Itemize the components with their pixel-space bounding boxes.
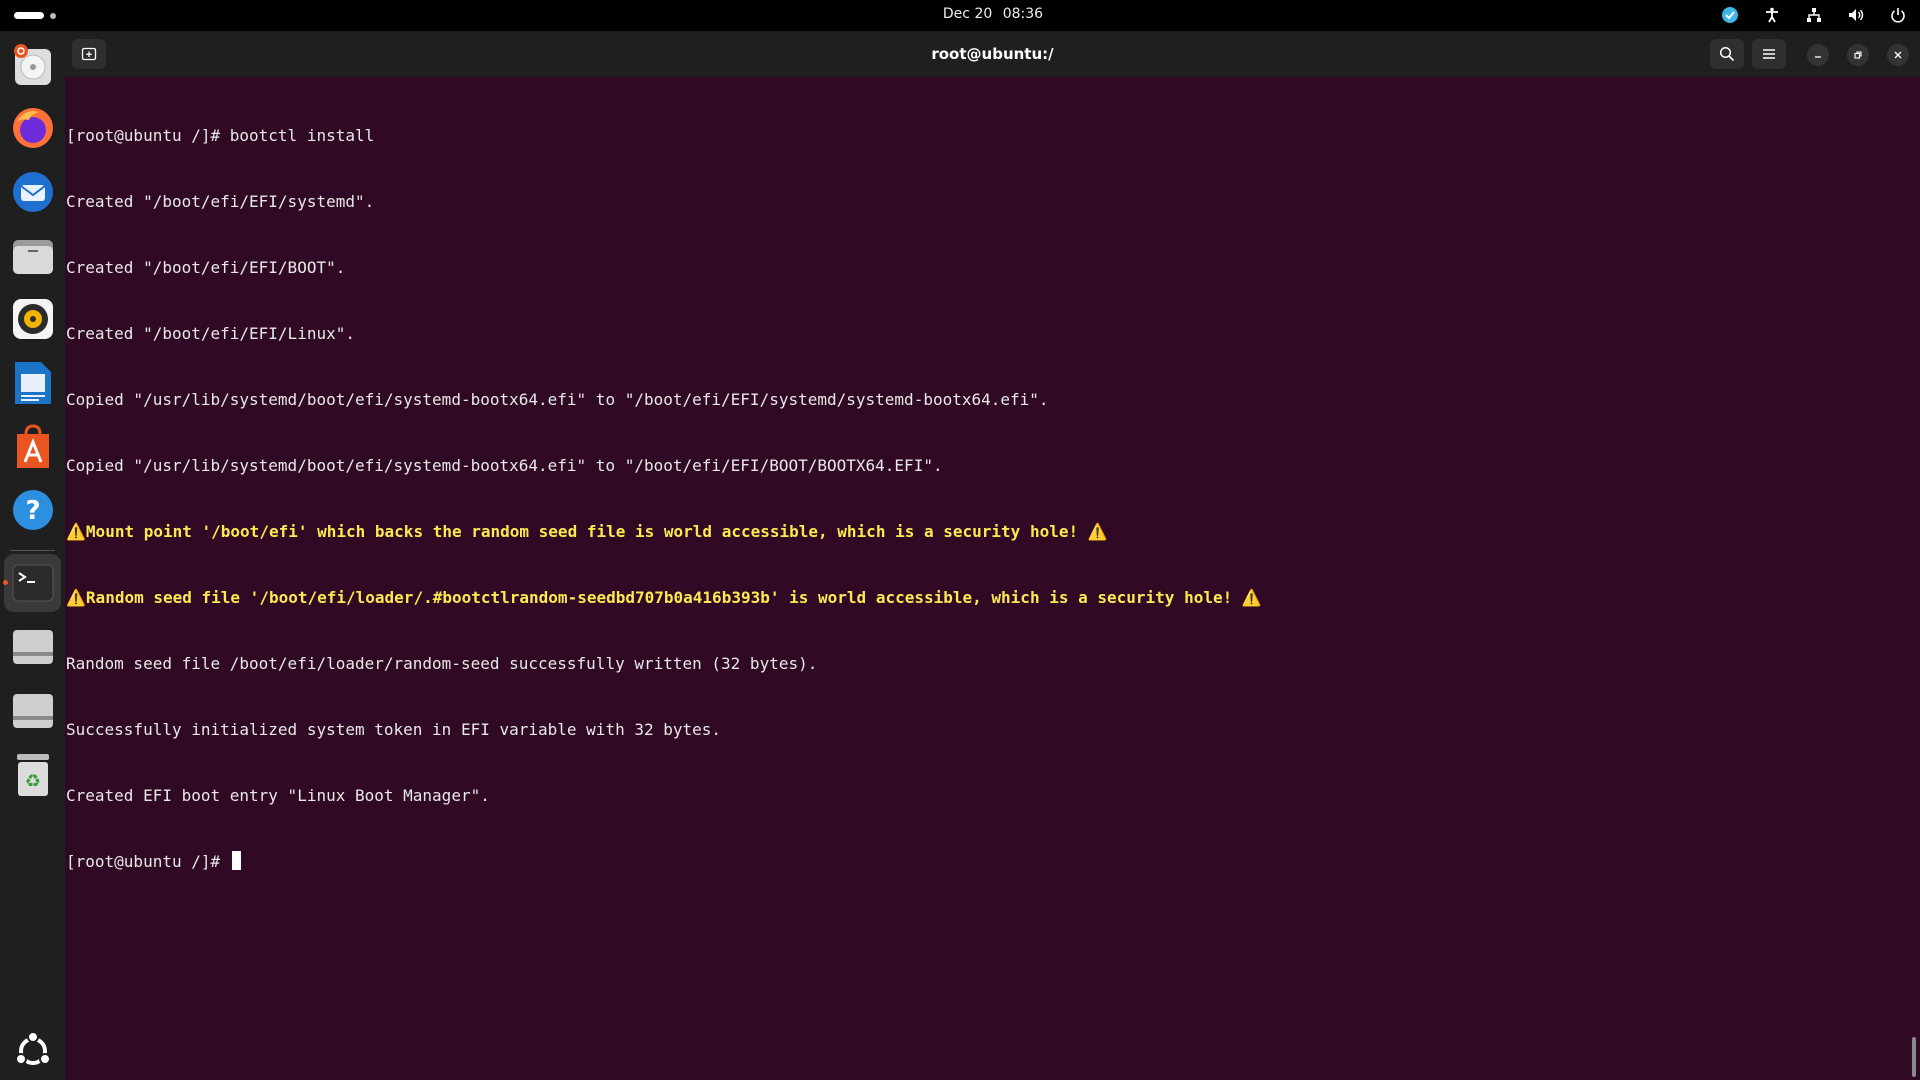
terminal-output[interactable]: [root@ubuntu /]# bootctl install Created… [66, 81, 1906, 1071]
dock: ? ♻ [0, 31, 65, 1080]
terminal-line: Created "/boot/efi/EFI/systemd". [66, 192, 375, 211]
help-icon[interactable]: ? [9, 486, 57, 534]
clock-time: 08:36 [1002, 6, 1044, 22]
terminal-warning-line: ⚠️Mount point '/boot/efi' which backs th… [66, 522, 1108, 541]
terminal-window: root@ubuntu:/ [root@ubuntu /]# bootctl i… [65, 31, 1920, 1080]
terminal-prompt-line[interactable]: [root@ubuntu /]# [66, 851, 1906, 873]
search-button[interactable] [1710, 39, 1744, 69]
thunderbird-icon[interactable] [9, 168, 57, 216]
terminal-line: Random seed file /boot/efi/loader/random… [66, 654, 818, 673]
restore-button[interactable] [1847, 44, 1869, 66]
minimize-icon [1815, 56, 1821, 58]
clock-date: Dec 20 [942, 6, 993, 22]
terminal-cursor [231, 851, 241, 870]
scrollbar[interactable] [1912, 1037, 1916, 1077]
restore-icon [1854, 51, 1862, 59]
show-apps-icon[interactable] [9, 1027, 57, 1075]
system-tray[interactable] [1720, 5, 1908, 25]
menu-button[interactable] [1752, 39, 1786, 69]
window-title: root@ubuntu:/ [931, 45, 1054, 63]
search-icon [1719, 46, 1735, 62]
running-indicator [3, 580, 8, 585]
ubuntu-installer-icon[interactable] [9, 41, 57, 89]
drive-icon[interactable] [9, 687, 57, 735]
top-bar: Dec 20 08:36 [0, 0, 1920, 31]
network-icon[interactable] [1804, 5, 1824, 25]
files-icon[interactable] [9, 232, 57, 280]
terminal-line: Successfully initialized system token in… [66, 720, 722, 739]
close-button[interactable] [1887, 44, 1909, 66]
rhythmbox-icon[interactable] [9, 295, 57, 343]
svg-text:♻: ♻ [25, 771, 41, 792]
window-header: root@ubuntu:/ [65, 31, 1920, 77]
drive-icon[interactable] [9, 623, 57, 671]
trash-icon[interactable]: ♻ [9, 751, 57, 799]
terminal-line: Created "/boot/efi/EFI/BOOT". [66, 258, 346, 277]
terminal-line: Created "/boot/efi/EFI/Linux". [66, 324, 355, 343]
volume-icon[interactable] [1846, 5, 1866, 25]
svg-text:?: ? [25, 496, 40, 526]
clock[interactable]: Dec 20 08:36 [0, 6, 1920, 22]
writer-icon[interactable] [9, 359, 57, 407]
terminal-line: Copied "/usr/lib/systemd/boot/efi/system… [66, 390, 1049, 409]
dock-separator [10, 550, 55, 551]
terminal-line: Copied "/usr/lib/systemd/boot/efi/system… [66, 456, 943, 475]
minimize-button[interactable] [1807, 44, 1829, 66]
terminal-line: Created EFI boot entry "Linux Boot Manag… [66, 786, 490, 805]
terminal-prompt: [root@ubuntu /]# [66, 852, 230, 871]
app-center-icon[interactable] [9, 423, 57, 471]
close-icon [1894, 51, 1902, 59]
firefox-icon[interactable] [9, 104, 57, 152]
vpn-icon[interactable] [1720, 5, 1740, 25]
terminal-icon[interactable] [9, 559, 57, 607]
accessibility-icon[interactable] [1762, 5, 1782, 25]
terminal-line: [root@ubuntu /]# bootctl install [66, 126, 375, 145]
hamburger-icon [1763, 49, 1775, 59]
power-icon[interactable] [1888, 5, 1908, 25]
terminal-warning-line: ⚠️Random seed file '/boot/efi/loader/.#b… [66, 588, 1262, 607]
